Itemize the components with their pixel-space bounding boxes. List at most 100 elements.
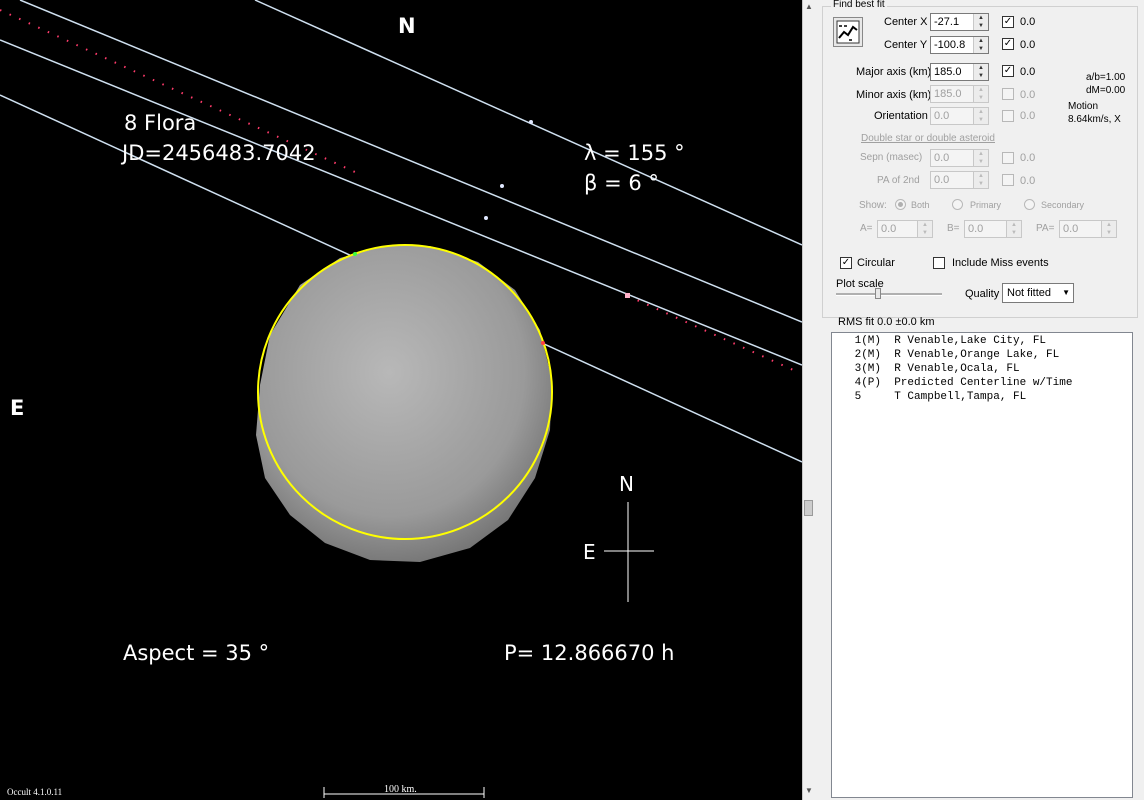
list-item[interactable]: 3(M) R Venable,Ocala, FL — [848, 363, 1020, 375]
list-item[interactable]: 2(M) R Venable,Orange Lake, FL — [848, 349, 1060, 361]
lambda-label: λ = 155 ° — [584, 141, 685, 165]
spin-up-icon[interactable]: ▲ — [918, 221, 932, 229]
chord-marker — [484, 216, 488, 220]
pa2-spinner[interactable]: 0.0 ▲ ▼ — [930, 171, 989, 189]
center-y-checkbox[interactable]: ✓ — [1002, 38, 1014, 50]
beta-label: β = 6 ° — [584, 171, 659, 195]
list-item[interactable]: 4(P) Predicted Centerline w/Time — [848, 377, 1073, 389]
motion-value: 8.64km/s, X — [1068, 114, 1121, 125]
list-item[interactable]: 1(M) R Venable,Lake City, FL — [848, 335, 1046, 347]
a-label: A= — [860, 223, 873, 234]
minor-axis-checkbox[interactable] — [1002, 88, 1014, 100]
spin-down-icon[interactable]: ▼ — [974, 180, 988, 188]
spin-down-icon[interactable]: ▼ — [974, 45, 988, 53]
spin-down-icon[interactable]: ▼ — [974, 94, 988, 102]
event-dot — [353, 252, 357, 256]
chord-line — [254, 0, 802, 246]
compass-east-label: E — [583, 540, 596, 564]
occultation-plot[interactable]: N E 8 Flora JD=2456483.7042 λ = 155 ° β … — [0, 0, 802, 800]
show-secondary-radio[interactable] — [1024, 199, 1035, 210]
sepn-label: Sepn (masec) — [860, 152, 923, 163]
compass-north-label: N — [619, 472, 634, 496]
spin-up-icon[interactable]: ▲ — [974, 108, 988, 116]
orientation-checkbox[interactable] — [1002, 110, 1014, 122]
predicted-centerline — [627, 295, 801, 374]
quality-label: Quality — [965, 288, 1000, 300]
spin-up-icon[interactable]: ▲ — [974, 150, 988, 158]
show-primary-radio[interactable] — [952, 199, 963, 210]
find-best-fit-button[interactable] — [833, 17, 863, 47]
predicted-marker — [625, 293, 630, 298]
delta-magnitude: dM=0.00 — [1086, 85, 1126, 96]
major-axis-spinner[interactable]: 185.0 ▲ ▼ — [930, 63, 989, 81]
object-name: 8 Flora — [124, 111, 197, 135]
quality-select[interactable]: Not fitted ▼ — [1002, 283, 1074, 303]
quality-value: Not fitted — [1007, 287, 1052, 299]
spin-up-icon[interactable]: ▲ — [1007, 221, 1021, 229]
north-label: N — [398, 14, 416, 38]
scroll-up-icon[interactable]: ▲ — [805, 2, 813, 11]
chord-marker — [500, 184, 504, 188]
pa-label: PA= — [1036, 223, 1055, 234]
scroll-down-icon[interactable]: ▼ — [805, 786, 813, 795]
scroll-thumb[interactable] — [804, 500, 813, 516]
plot-scale-track[interactable] — [836, 293, 942, 296]
chord-marker — [529, 120, 533, 124]
sepn-checkbox[interactable] — [1002, 152, 1014, 164]
spin-down-icon[interactable]: ▼ — [1102, 229, 1116, 237]
plot-scale-thumb[interactable] — [875, 288, 881, 299]
chevron-down-icon: ▼ — [1062, 288, 1070, 297]
events-list[interactable]: 1(M) R Venable,Lake City, FL 2(M) R Vena… — [831, 332, 1133, 798]
list-item[interactable]: 5 T Campbell,Tampa, FL — [848, 391, 1027, 403]
pa2-value: 0.0 — [934, 174, 950, 186]
orientation-spinner[interactable]: 0.0 ▲ ▼ — [930, 107, 989, 125]
asteroid-body — [256, 246, 552, 562]
minor-axis-label: Minor axis (km) — [856, 89, 932, 101]
center-x-fit: 0.0 — [1020, 16, 1036, 28]
spin-up-icon[interactable]: ▲ — [1102, 221, 1116, 229]
circular-checkbox[interactable]: ✓ — [840, 257, 852, 269]
sepn-fit: 0.0 — [1020, 152, 1036, 164]
fit-graph-icon — [836, 20, 860, 44]
spin-up-icon[interactable]: ▲ — [974, 86, 988, 94]
spin-down-icon[interactable]: ▼ — [1007, 229, 1021, 237]
minor-axis-fit: 0.0 — [1020, 89, 1036, 101]
a-value: 0.0 — [881, 223, 897, 235]
center-y-label: Center Y — [884, 39, 928, 51]
panel-scrollbar[interactable]: ▲ ▼ — [802, 0, 814, 800]
minor-axis-spinner[interactable]: 185.0 ▲ ▼ — [930, 85, 989, 103]
major-axis-fit: 0.0 — [1020, 66, 1036, 78]
pa-spinner[interactable]: 0.0 ▲ ▼ — [1059, 220, 1117, 238]
a-spinner[interactable]: 0.0 ▲ ▼ — [877, 220, 933, 238]
major-axis-checkbox[interactable]: ✓ — [1002, 65, 1014, 77]
center-x-checkbox[interactable]: ✓ — [1002, 16, 1014, 28]
orientation-label: Orientation — [874, 110, 928, 122]
center-x-spinner[interactable]: -27.1 ▲ ▼ — [930, 13, 989, 31]
spin-up-icon[interactable]: ▲ — [974, 172, 988, 180]
sepn-spinner[interactable]: 0.0 ▲ ▼ — [930, 149, 989, 167]
b-value: 0.0 — [968, 223, 984, 235]
pa2-checkbox[interactable] — [1002, 174, 1014, 186]
center-y-spinner[interactable]: -100.8 ▲ ▼ — [930, 36, 989, 54]
show-both-radio[interactable] — [895, 199, 906, 210]
include-miss-checkbox[interactable] — [933, 257, 945, 269]
spin-down-icon[interactable]: ▼ — [974, 158, 988, 166]
b-spinner[interactable]: 0.0 ▲ ▼ — [964, 220, 1022, 238]
spin-up-icon[interactable]: ▲ — [974, 14, 988, 22]
spin-down-icon[interactable]: ▼ — [918, 229, 932, 237]
double-star-link[interactable]: Double star or double asteroid — [861, 133, 995, 144]
sepn-value: 0.0 — [934, 152, 950, 164]
spin-up-icon[interactable]: ▲ — [974, 37, 988, 45]
major-axis-label: Major axis (km) — [856, 66, 932, 78]
show-label: Show: — [859, 200, 887, 211]
show-both-label: Both — [911, 200, 930, 210]
spin-down-icon[interactable]: ▼ — [974, 22, 988, 30]
center-x-value: -27.1 — [934, 16, 960, 28]
scale-bar-label: 100 km. — [384, 784, 417, 795]
rms-fit-label: RMS fit 0.0 ±0.0 km — [838, 316, 935, 328]
plot-canvas — [0, 0, 802, 798]
period-label: P= 12.866670 h — [504, 641, 675, 665]
spin-down-icon[interactable]: ▼ — [974, 116, 988, 124]
spin-up-icon[interactable]: ▲ — [974, 64, 988, 72]
spin-down-icon[interactable]: ▼ — [974, 72, 988, 80]
